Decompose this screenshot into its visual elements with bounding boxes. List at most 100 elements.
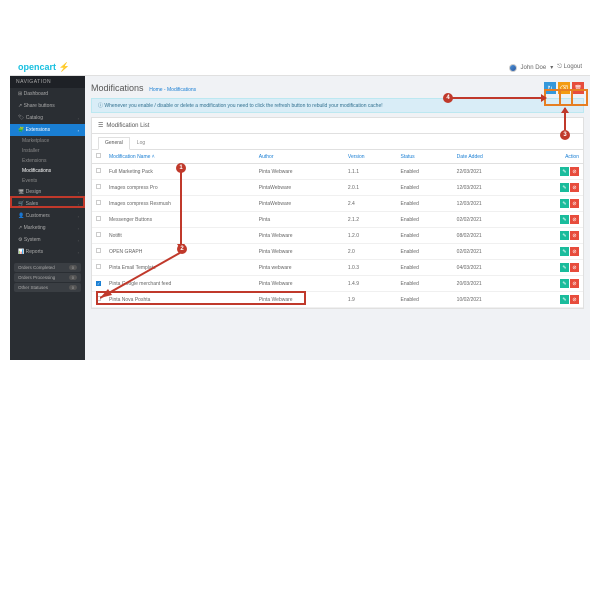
edit-button[interactable]: ✎ (560, 295, 569, 304)
bc-home[interactable]: Home (149, 87, 162, 93)
sidebar-sub-marketplace[interactable]: Marketplace (10, 136, 85, 146)
row-delete-button[interactable]: ⊘ (570, 295, 579, 304)
badge-other[interactable]: Other Statuses0 (14, 283, 81, 292)
sidebar-sub-events[interactable]: Events (10, 176, 85, 186)
sidebar-sub-installer[interactable]: Installer (10, 146, 85, 156)
sidebar-sub-modifications[interactable]: Modifications (10, 166, 85, 176)
main-content: Modifications Home - Modifications ↻ ⌫ 🗑… (85, 76, 590, 360)
col-status[interactable]: Status (397, 150, 453, 164)
row-delete-button[interactable]: ⊘ (570, 199, 579, 208)
row-checkbox[interactable]: ✓ (96, 281, 101, 286)
bc-current[interactable]: Modifications (167, 87, 196, 93)
edit-button[interactable]: ✎ (560, 279, 569, 288)
row-delete-button[interactable]: ⊘ (570, 279, 579, 288)
row-checkbox[interactable] (96, 296, 101, 301)
row-delete-button[interactable]: ⊘ (570, 215, 579, 224)
cell-name: Images compress Pro (105, 180, 255, 196)
cell-date: 04/03/2021 (453, 260, 526, 276)
user-name[interactable]: John Doe (521, 65, 547, 71)
table-row: Images compress Resmush PintaWebware 2.4… (92, 196, 583, 212)
cell-author: Pinta Webware (255, 292, 344, 308)
col-version[interactable]: Version (344, 150, 397, 164)
row-checkbox[interactable] (96, 216, 101, 221)
action-buttons: ↻ ⌫ 🗑 (544, 82, 584, 94)
cell-date: 12/03/2021 (453, 180, 526, 196)
header-bar: opencart ⚡ John Doe▾ ⎋ Logout (10, 60, 590, 76)
tab-general[interactable]: General (98, 137, 130, 150)
cell-name: Images compress Resmush (105, 196, 255, 212)
row-checkbox[interactable] (96, 264, 101, 269)
cell-author: Pinta Webware (255, 228, 344, 244)
row-checkbox[interactable] (96, 248, 101, 253)
tabs: General Log (92, 134, 583, 150)
clear-button[interactable]: ⌫ (558, 82, 570, 94)
avatar[interactable] (509, 64, 517, 72)
row-checkbox[interactable] (96, 200, 101, 205)
cell-version: 1.0.3 (344, 260, 397, 276)
edit-button[interactable]: ✎ (560, 263, 569, 272)
col-author[interactable]: Author (255, 150, 344, 164)
cell-version: 2.1.2 (344, 212, 397, 228)
edit-button[interactable]: ✎ (560, 231, 569, 240)
cell-version: 1.2.0 (344, 228, 397, 244)
table-row: Full Marketing Pack Pinta Webware 1.1.1 … (92, 164, 583, 180)
cell-name: Pinta Google merchant feed (105, 276, 255, 292)
user-area: John Doe▾ ⎋ Logout (509, 64, 582, 72)
badge-processing[interactable]: Orders Processing0 (14, 273, 81, 282)
sidebar-item-sales[interactable]: 🛒 Sales› (10, 198, 85, 210)
cell-name: Messenger Buttons (105, 212, 255, 228)
sidebar-item-share[interactable]: ↗ Share buttons (10, 100, 85, 112)
edit-button[interactable]: ✎ (560, 215, 569, 224)
cell-status: Enabled (397, 292, 453, 308)
col-name[interactable]: Modification Name ˄ (105, 150, 255, 164)
table-row: Messenger Buttons Pinta 2.1.2 Enabled 02… (92, 212, 583, 228)
row-delete-button[interactable]: ⊘ (570, 263, 579, 272)
edit-button[interactable]: ✎ (560, 199, 569, 208)
breadcrumb: Home - Modifications (149, 87, 196, 93)
sidebar-item-system[interactable]: ⚙ System› (10, 234, 85, 246)
table-row: OPEN GRAPH Pinta Webware 2.0 Enabled 02/… (92, 244, 583, 260)
cell-status: Enabled (397, 260, 453, 276)
row-delete-button[interactable]: ⊘ (570, 247, 579, 256)
row-delete-button[interactable]: ⊘ (570, 231, 579, 240)
sidebar: NAVIGATION ⊞ Dashboard ↗ Share buttons 🏷… (10, 76, 85, 360)
table-row: Pinta Email Template Pinta webware 1.0.3… (92, 260, 583, 276)
info-alert: ⓘ Whenever you enable / disable or delet… (91, 98, 584, 113)
cell-name: OPEN GRAPH (105, 244, 255, 260)
logout-link[interactable]: ⎋ Logout (557, 64, 582, 71)
edit-button[interactable]: ✎ (560, 183, 569, 192)
logo[interactable]: opencart ⚡ (18, 62, 70, 73)
row-delete-button[interactable]: ⊘ (570, 167, 579, 176)
sidebar-item-marketing[interactable]: ↗ Marketing› (10, 222, 85, 234)
check-all[interactable] (96, 153, 101, 158)
sidebar-item-catalog[interactable]: 🏷 Catalog› (10, 112, 85, 124)
refresh-button[interactable]: ↻ (544, 82, 556, 94)
table-row: Images compress Pro PintaWebware 2.0.1 E… (92, 180, 583, 196)
row-delete-button[interactable]: ⊘ (570, 183, 579, 192)
cell-status: Enabled (397, 164, 453, 180)
sidebar-item-reports[interactable]: 📊 Reports› (10, 246, 85, 258)
cell-author: Pinta Webware (255, 244, 344, 260)
cell-date: 08/02/2021 (453, 228, 526, 244)
edit-button[interactable]: ✎ (560, 167, 569, 176)
cell-status: Enabled (397, 196, 453, 212)
tab-log[interactable]: Log (130, 137, 152, 149)
row-checkbox[interactable] (96, 232, 101, 237)
badge-completed[interactable]: Orders Completed0 (14, 263, 81, 272)
cell-name: Full Marketing Pack (105, 164, 255, 180)
sidebar-item-customers[interactable]: 👤 Customers› (10, 210, 85, 222)
col-date[interactable]: Date Added (453, 150, 526, 164)
sidebar-sub-extensions[interactable]: Extensions (10, 156, 85, 166)
cell-date: 20/03/2021 (453, 276, 526, 292)
table-row: ✓ Pinta Google merchant feed Pinta Webwa… (92, 276, 583, 292)
edit-button[interactable]: ✎ (560, 247, 569, 256)
cell-name: Pinta Email Template (105, 260, 255, 276)
sidebar-item-design[interactable]: 🖥 Design› (10, 186, 85, 198)
row-checkbox[interactable] (96, 184, 101, 189)
cell-date: 22/03/2021 (453, 164, 526, 180)
sidebar-item-dashboard[interactable]: ⊞ Dashboard (10, 88, 85, 100)
row-checkbox[interactable] (96, 168, 101, 173)
cell-author: Pinta webware (255, 260, 344, 276)
sidebar-item-extensions[interactable]: 🧩 Extensions› (10, 124, 85, 136)
delete-button[interactable]: 🗑 (572, 82, 584, 94)
